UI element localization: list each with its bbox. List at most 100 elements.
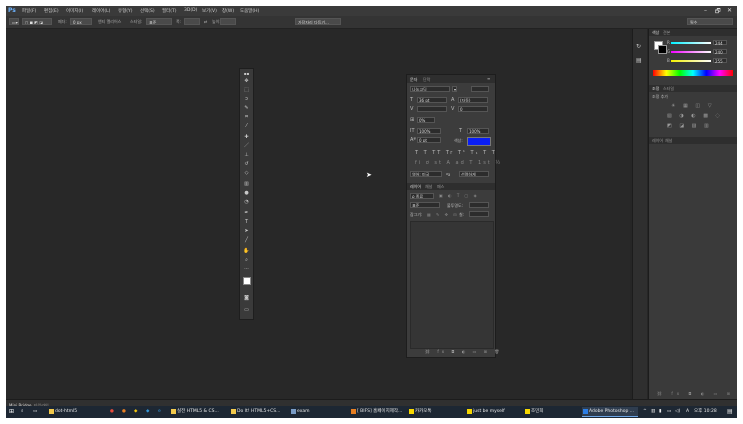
- font-size-input[interactable]: 36 pt: [417, 97, 447, 103]
- crop-tool-icon[interactable]: ⌗: [242, 114, 251, 121]
- horizontal-scale-input[interactable]: 100%: [467, 128, 489, 134]
- marquee-tool-icon[interactable]: ⬚: [242, 87, 251, 94]
- clone-stamp-tool-icon[interactable]: ⊥: [242, 152, 251, 159]
- green-value[interactable]: 240: [713, 49, 727, 55]
- refine-edge-button[interactable]: 가장자리 다듬기...: [295, 18, 341, 25]
- kerning-input[interactable]: [417, 106, 447, 112]
- tab-dock-layers[interactable]: 레이어: [652, 138, 663, 144]
- menu-help[interactable]: 도움말(H): [240, 8, 259, 14]
- color-bg-swatch[interactable]: [658, 45, 667, 54]
- gradient-tool-icon[interactable]: ▥: [242, 181, 251, 188]
- menu-image[interactable]: 이미지(I): [66, 8, 83, 14]
- tab-layers[interactable]: 레이어: [410, 184, 421, 190]
- close-button[interactable]: ✕: [727, 7, 732, 14]
- font-style-select[interactable]: [471, 86, 489, 92]
- notification-icon[interactable]: ▤: [727, 407, 733, 417]
- antialias-select[interactable]: 선명하게: [459, 171, 489, 177]
- menu-view[interactable]: 보기(V): [202, 8, 217, 14]
- taskbar-item-bifs[interactable]: [ BIFS] 홈페이지제작...: [350, 407, 406, 417]
- tab-paths[interactable]: 패스: [437, 184, 444, 190]
- tab-adjustments[interactable]: 조정: [652, 86, 659, 92]
- layers-list[interactable]: [410, 221, 494, 349]
- lock-icons[interactable]: ▦ ✎ ✥ ⊟: [427, 212, 459, 217]
- history-icon[interactable]: ↻: [636, 43, 641, 50]
- text-color-swatch[interactable]: [467, 137, 491, 146]
- brush-tool-icon[interactable]: ／: [242, 143, 251, 150]
- workspace-select[interactable]: 필수: [687, 18, 733, 25]
- taskbar-item-html5-css-1[interactable]: 실전 HTML5 & CS...: [170, 407, 227, 417]
- menu-layer[interactable]: 레이어(L): [92, 8, 110, 14]
- adjustment-icons-row3[interactable]: ◩ ◪ ▨ ▥: [667, 123, 712, 129]
- blur-tool-icon[interactable]: ●: [242, 190, 251, 197]
- taskbar-item-html5-css-2[interactable]: Do It! HTML5+CS...: [230, 407, 286, 417]
- type-tool-icon[interactable]: T: [242, 219, 251, 226]
- style-select[interactable]: 표준: [146, 18, 172, 25]
- windows-start-icon[interactable]: ⊞: [9, 407, 14, 417]
- eraser-tool-icon[interactable]: ◇: [242, 170, 251, 177]
- taskbar-item-just-be-myself[interactable]: just be myself: [466, 407, 522, 417]
- language-select[interactable]: 영어: 미국: [410, 171, 442, 177]
- taskbar-item-photoshop[interactable]: Adobe Photoshop ...: [582, 407, 638, 417]
- lasso-tool-icon[interactable]: ↄ: [242, 96, 251, 103]
- feather-input[interactable]: 0 px: [70, 18, 92, 25]
- adjustment-icons-row1[interactable]: ☀ ▦ ◫ ▽: [671, 103, 715, 109]
- task-view-icon[interactable]: ▭: [33, 407, 37, 417]
- antialias-label[interactable]: 앤티 앨리어스: [98, 19, 121, 25]
- taskbar-item-chominhee[interactable]: 조민희: [524, 407, 580, 417]
- font-family-select[interactable]: 나눔고딕: [410, 86, 450, 92]
- dodge-tool-icon[interactable]: ◔: [242, 199, 251, 206]
- tsume-input[interactable]: 0%: [417, 117, 435, 123]
- zoom-tool-icon[interactable]: ⌕: [242, 257, 251, 264]
- vertical-scale-input[interactable]: 100%: [417, 128, 441, 134]
- tab-swatches[interactable]: 견본: [663, 30, 670, 36]
- edge-icon[interactable]: e: [158, 407, 161, 417]
- quick-select-tool-icon[interactable]: ✎: [242, 105, 251, 112]
- menu-select[interactable]: 선택(S): [140, 8, 155, 14]
- tray-up-arrow-icon[interactable]: ^: [643, 407, 647, 417]
- taskbar-item-dot-html5[interactable]: dot-html5: [48, 407, 100, 417]
- properties-icon[interactable]: ▤: [636, 57, 642, 64]
- tab-character[interactable]: 문자: [410, 77, 417, 83]
- menu-file[interactable]: 파일(F): [22, 8, 36, 14]
- baseline-shift-input[interactable]: 0 pt: [417, 137, 441, 143]
- tab-styles[interactable]: 스타일: [663, 86, 674, 92]
- menu-type[interactable]: 유형(Y): [118, 8, 133, 14]
- pen-tool-icon[interactable]: ✒: [242, 210, 251, 217]
- foreground-color-swatch[interactable]: [243, 277, 251, 285]
- menu-edit[interactable]: 편집(E): [44, 8, 59, 14]
- tray-network-icon[interactable]: ▥: [651, 407, 655, 417]
- width-input[interactable]: [184, 18, 200, 25]
- tracking-input[interactable]: 0: [458, 106, 488, 112]
- blend-mode-select[interactable]: 표준: [410, 202, 440, 208]
- history-brush-tool-icon[interactable]: ↺: [242, 161, 251, 168]
- tray-clock[interactable]: 오후 10:28: [694, 407, 717, 417]
- layer-filter-select[interactable]: ρ 종류: [410, 193, 434, 199]
- tab-channels[interactable]: 채널: [425, 184, 432, 190]
- font-family-dropdown-icon[interactable]: ▾: [452, 86, 457, 92]
- green-slider[interactable]: [671, 51, 711, 53]
- height-input[interactable]: [220, 18, 236, 25]
- chrome-icon[interactable]: ●: [110, 407, 114, 417]
- tab-color[interactable]: 색상: [652, 30, 659, 36]
- red-value[interactable]: 244: [713, 40, 727, 46]
- color-spectrum-bar[interactable]: [653, 70, 733, 76]
- hand-tool-icon[interactable]: ✋: [242, 248, 251, 255]
- move-tool-icon[interactable]: ✥: [242, 78, 251, 85]
- tab-paragraph[interactable]: 단락: [423, 77, 430, 83]
- tray-volume-icon[interactable]: ◁): [675, 407, 680, 417]
- firefox-icon[interactable]: ●: [122, 407, 126, 417]
- adjustment-icons-row2[interactable]: ▧ ◑ ◐ ▩ ◌: [667, 113, 723, 119]
- type-style-buttons[interactable]: T T TT Tr T¹ T₁ T T: [415, 150, 497, 156]
- leading-input[interactable]: (자동): [458, 97, 488, 103]
- blue-slider[interactable]: [671, 60, 711, 62]
- tray-battery-icon[interactable]: ▮: [659, 407, 661, 417]
- tray-language[interactable]: A: [686, 407, 689, 417]
- taskbar-item-exam[interactable]: exam: [290, 407, 346, 417]
- app-icon-1[interactable]: ◆: [134, 407, 137, 417]
- healing-brush-tool-icon[interactable]: ✚: [242, 134, 251, 141]
- tray-display-icon[interactable]: ▭: [667, 407, 671, 417]
- app-icon-2[interactable]: ◆: [146, 407, 149, 417]
- char-panel-header[interactable]: [407, 75, 495, 83]
- layer-filter-icons[interactable]: ▣ ◐ T ▢ ◈: [439, 193, 479, 198]
- document-work-area[interactable]: [6, 29, 630, 399]
